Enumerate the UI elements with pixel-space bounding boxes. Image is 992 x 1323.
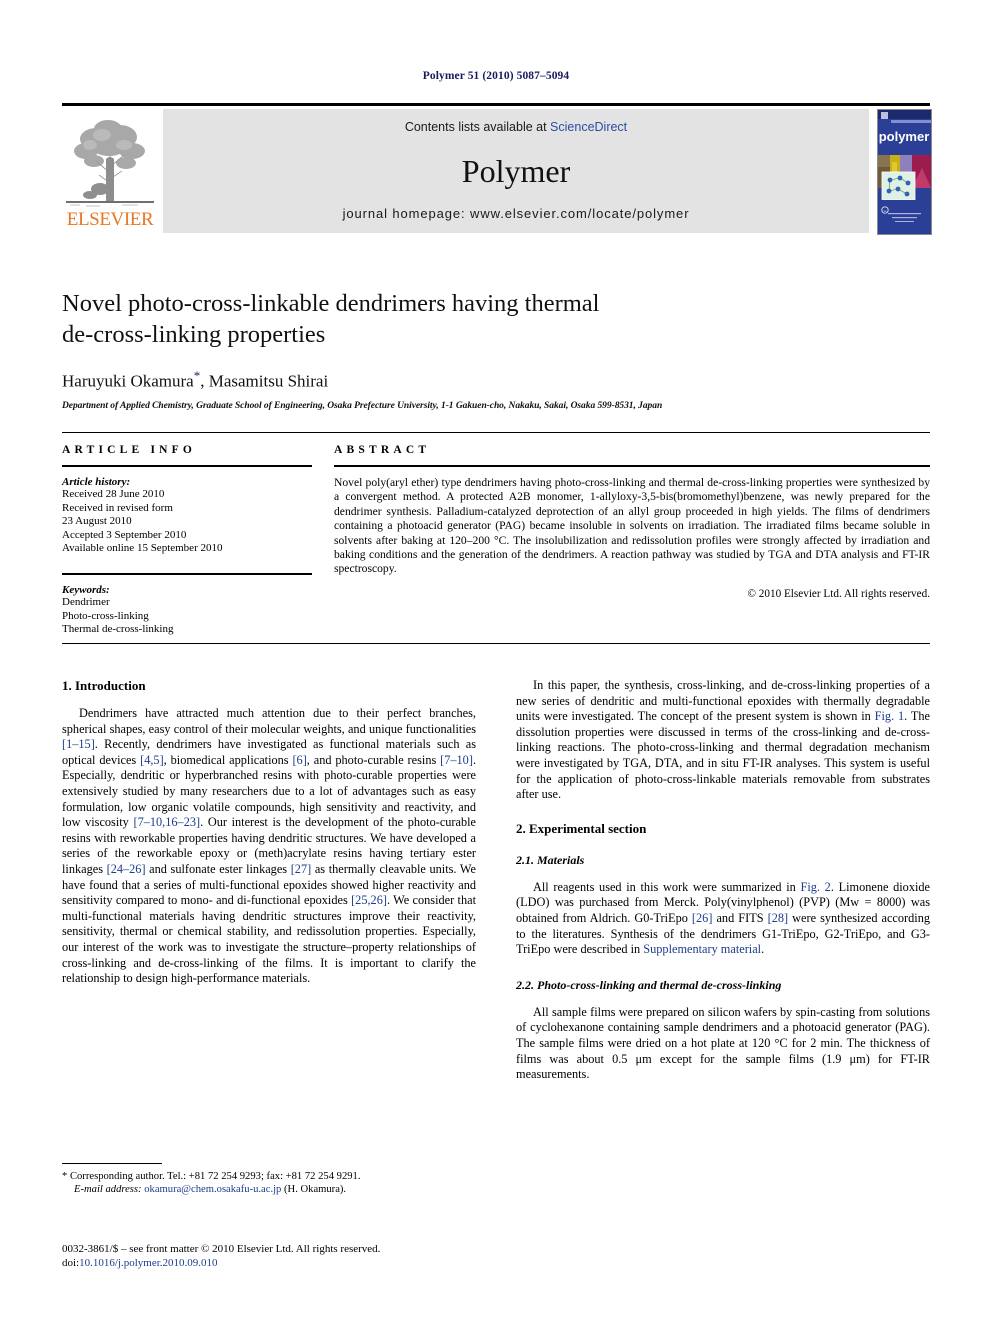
- abstract-copyright: © 2010 Elsevier Ltd. All rights reserved…: [747, 587, 931, 600]
- doi-link[interactable]: 10.1016/j.polymer.2010.09.010: [79, 1257, 217, 1269]
- info-abstract-region: ARTICLE INFO Article history: Received 2…: [62, 432, 930, 648]
- history-line: Available online 15 September 2010: [62, 542, 223, 555]
- masthead-top-rule: [62, 103, 930, 106]
- issn-line: 0032-3861/$ – see front matter © 2010 El…: [62, 1243, 381, 1255]
- citation-ref[interactable]: [6]: [292, 753, 306, 767]
- title-block: Novel photo-cross-linkable dendrimers ha…: [62, 288, 930, 411]
- email-note: E-mail address: okamura@chem.osakafu-u.a…: [62, 1183, 476, 1196]
- intro-paragraph-1: Dendrimers have attracted much attention…: [62, 706, 476, 987]
- info-top-rule: [62, 432, 930, 433]
- author-secondary: , Masamitsu Shirai: [200, 371, 329, 391]
- journal-banner: Contents lists available at ScienceDirec…: [163, 109, 869, 233]
- svg-text:∞: ∞: [884, 209, 887, 214]
- author-primary: Haruyuki Okamura: [62, 371, 194, 391]
- history-line: Received 28 June 2010: [62, 488, 165, 500]
- right-column: In this paper, the synthesis, cross-link…: [516, 678, 930, 1083]
- text-run: , biomedical applications: [163, 752, 293, 767]
- contents-prefix: Contents lists available at: [404, 120, 551, 134]
- elsevier-wordmark: ELSEVIER: [66, 209, 154, 230]
- affiliation: Department of Applied Chemistry, Graduat…: [62, 400, 663, 411]
- section-heading-experimental: 2. Experimental section: [516, 820, 647, 836]
- history-line: Received in revised form: [62, 501, 173, 514]
- section-heading-introduction: 1. Introduction: [62, 678, 146, 693]
- citation-ref[interactable]: [25,26]: [351, 893, 387, 907]
- citation-ref[interactable]: [7–10,16–23]: [133, 815, 200, 829]
- figure-ref-fig1[interactable]: Fig. 1: [875, 709, 905, 723]
- keyword-item: Dendrimer: [62, 595, 110, 608]
- article-info-heading: ARTICLE INFO: [62, 444, 197, 456]
- doi-line: doi:10.1016/j.polymer.2010.09.010: [62, 1257, 482, 1271]
- keyword-item: Thermal de-cross-linking: [62, 623, 174, 636]
- text-run: Dendrimers have attracted much attention…: [62, 706, 476, 736]
- sciencedirect-link[interactable]: ScienceDirect: [550, 120, 627, 134]
- running-head: Polymer 51 (2010) 5087–5094: [422, 70, 570, 82]
- article-info-rule: [62, 465, 312, 467]
- journal-title: Polymer: [461, 153, 571, 189]
- citation-ref[interactable]: [28]: [768, 911, 789, 925]
- page-title: Novel photo-cross-linkable dendrimers ha…: [62, 288, 930, 350]
- abstract-rule: [334, 465, 930, 467]
- journal-homepage-line[interactable]: journal homepage: www.elsevier.com/locat…: [163, 206, 869, 221]
- corresponding-author-note: * Corresponding author. Tel.: +81 72 254…: [62, 1171, 361, 1182]
- materials-paragraph: All reagents used in this work were summ…: [516, 880, 930, 958]
- keywords-rule: [62, 572, 312, 575]
- abstract-body: Novel poly(aryl ether) type dendrimers h…: [334, 476, 930, 576]
- article-info-column: ARTICLE INFO Article history: Received 2…: [62, 438, 312, 637]
- footnote-block: * Corresponding author. Tel.: +81 72 254…: [62, 1163, 476, 1196]
- text-run: , and photo-curable resins: [306, 752, 441, 767]
- abstract-heading: ABSTRACT: [334, 444, 431, 456]
- citation-ref[interactable]: [27]: [291, 862, 312, 876]
- elsevier-logo: ELSEVIER: [62, 109, 158, 233]
- article-page: Polymer 51 (2010) 5087–5094 ELSEVIER Con…: [0, 0, 992, 1323]
- citation-ref[interactable]: [1–15]: [62, 737, 95, 751]
- issn-copyright-block: 0032-3861/$ – see front matter © 2010 El…: [62, 1243, 482, 1270]
- elsevier-tree-icon: [66, 111, 154, 209]
- history-line: 23 August 2010: [62, 515, 132, 528]
- email-label: E-mail address:: [74, 1184, 142, 1195]
- left-column: 1. Introduction Dendrimers have attracte…: [62, 678, 476, 987]
- text-run: All reagents used in this work were summ…: [533, 879, 801, 894]
- abstract-column: ABSTRACT Novel poly(aryl ether) type den…: [334, 438, 930, 611]
- email-address-link[interactable]: okamura@chem.osakafu-u.ac.jp: [144, 1184, 281, 1195]
- intro-paragraph-2: In this paper, the synthesis, cross-link…: [516, 678, 930, 803]
- text-run: and sulfonate ester linkages: [145, 861, 291, 876]
- keyword-item: Photo-cross-linking: [62, 609, 149, 622]
- figure-ref-fig2[interactable]: Fig. 2: [801, 880, 831, 894]
- history-line: Accepted 3 September 2010: [62, 528, 187, 541]
- subsection-heading-materials: 2.1. Materials: [516, 852, 585, 867]
- text-run: and FITS: [712, 910, 768, 925]
- svg-text:polymer: polymer: [879, 129, 930, 144]
- body-columns: 1. Introduction Dendrimers have attracte…: [62, 678, 930, 1178]
- email-owner: (H. Okamura).: [284, 1184, 347, 1195]
- info-bottom-rule: [62, 643, 930, 644]
- citation-ref[interactable]: [24–26]: [107, 862, 146, 876]
- author-list: Haruyuki Okamura*, Masamitsu Shirai: [62, 368, 930, 392]
- citation-ref[interactable]: [26]: [692, 911, 713, 925]
- citation-ref[interactable]: [7–10]: [440, 753, 473, 767]
- contents-available-line: Contents lists available at ScienceDirec…: [163, 120, 869, 134]
- keywords-label: Keywords:: [62, 583, 110, 596]
- photo-cross-linking-paragraph: All sample films were prepared on silico…: [516, 1004, 930, 1082]
- title-line-1: Novel photo-cross-linkable dendrimers ha…: [62, 290, 600, 317]
- journal-cover-thumbnail: polymer ∞: [877, 109, 932, 235]
- title-line-2: de-cross-linking properties: [62, 321, 326, 348]
- text-run: In this paper, the synthesis, cross-link…: [516, 678, 930, 724]
- text-run: .: [761, 942, 765, 957]
- doi-prefix: doi:: [62, 1256, 80, 1269]
- subsection-heading-photo-cross-linking: 2.2. Photo-cross-linking and thermal de-…: [516, 977, 782, 992]
- citation-ref[interactable]: [4,5]: [140, 753, 164, 767]
- supplementary-material-link[interactable]: Supplementary material: [643, 942, 761, 956]
- footnote-rule: [62, 1163, 162, 1164]
- article-history-label: Article history:: [62, 476, 131, 488]
- journal-masthead: ELSEVIER Contents lists available at Sci…: [62, 103, 932, 235]
